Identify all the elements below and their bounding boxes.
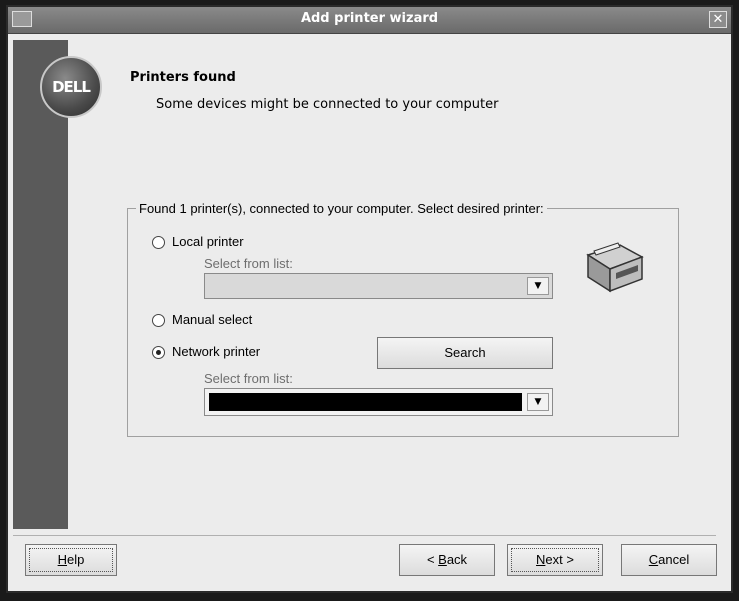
back-mnemonic: B (438, 552, 447, 567)
footer-divider (13, 535, 716, 536)
help-button[interactable]: Help (25, 544, 117, 576)
group-legend: Found 1 printer(s), connected to your co… (136, 201, 547, 216)
local-printer-radio[interactable] (152, 236, 165, 249)
network-printer-radio[interactable] (152, 346, 165, 359)
local-printer-label[interactable]: Local printer (172, 234, 244, 249)
local-printer-combo[interactable]: ▼ (204, 273, 553, 299)
network-select-label: Select from list: (204, 371, 293, 386)
network-printer-value (209, 393, 522, 411)
cancel-mnemonic: C (648, 552, 659, 567)
chevron-down-icon[interactable]: ▼ (527, 393, 549, 411)
back-pre: < (426, 552, 439, 567)
back-button[interactable]: < Back (399, 544, 495, 576)
search-button[interactable]: Search (377, 337, 553, 369)
help-post: elp (67, 552, 85, 567)
printer-icon (586, 242, 644, 293)
page-subtitle: Some devices might be connected to your … (156, 97, 499, 112)
local-select-label: Select from list: (204, 256, 293, 271)
next-post: ext > (545, 552, 574, 567)
window-title: Add printer wizard (300, 11, 439, 26)
close-button[interactable]: ✕ (709, 11, 727, 28)
network-printer-label[interactable]: Network printer (172, 344, 260, 359)
cancel-post: ancel (658, 552, 690, 567)
local-printer-value (209, 278, 522, 294)
back-post: ack (446, 552, 468, 567)
next-mnemonic: N (536, 552, 546, 567)
title-bar[interactable]: Add printer wizard ✕ (8, 7, 731, 34)
dell-logo: DELL (40, 56, 102, 118)
page-title: Printers found (130, 70, 236, 85)
network-printer-combo[interactable]: ▼ (204, 388, 553, 416)
cancel-button[interactable]: Cancel (621, 544, 717, 576)
manual-select-radio[interactable] (152, 314, 165, 327)
help-mnemonic: H (57, 552, 68, 567)
manual-select-label[interactable]: Manual select (172, 312, 252, 327)
next-button[interactable]: Next > (507, 544, 603, 576)
chevron-down-icon[interactable]: ▼ (527, 277, 549, 295)
